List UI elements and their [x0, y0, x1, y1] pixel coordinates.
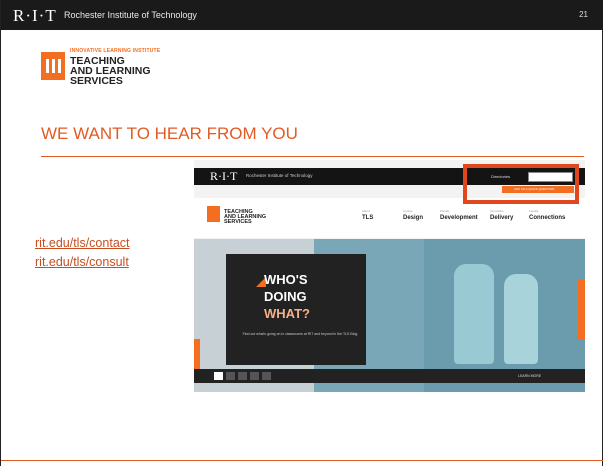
top-bar: R·I·T Rochester Institute of Technology … [1, 0, 603, 30]
hero-heading-line2: DOING [264, 289, 307, 304]
hero-heading-line1: WHO'S [264, 272, 308, 287]
pager-dot [250, 372, 259, 380]
tls-logo-line3: SERVICES [70, 75, 123, 87]
highlight-box [463, 164, 579, 204]
pager-dot [238, 372, 247, 380]
hero-person-photo [504, 274, 538, 364]
website-nav-sub: Course [403, 209, 413, 213]
website-nav-sub: Faculty [440, 209, 450, 213]
title-divider [41, 156, 584, 157]
website-nav-sub: Innovative [490, 209, 504, 213]
website-nav-item-delivery: Delivery [490, 215, 514, 221]
website-nav-sub: About [362, 209, 370, 213]
learn-more-label: LEARN MORE [518, 374, 542, 378]
website-nav-sub: Faculty [529, 209, 539, 213]
institution-name: Rochester Institute of Technology [64, 10, 197, 20]
pager-dot [214, 372, 223, 380]
hero-heading-line3: WHAT? [264, 306, 310, 321]
hero-person-photo [454, 264, 494, 364]
website-nav-item-tls: TLS [362, 215, 374, 221]
hero-caption: Find out what's going on in classrooms a… [242, 332, 358, 336]
contact-link[interactable]: rit.edu/tls/contact [35, 236, 130, 250]
website-tls-line3: SERVICES [224, 219, 252, 225]
website-institution: Rochester Institute of Technology [246, 173, 313, 178]
website-nav-item-connections: Connections [529, 215, 566, 221]
tls-logo-icon [41, 52, 65, 80]
consult-link[interactable]: rit.edu/tls/consult [35, 255, 129, 269]
slide: R·I·T Rochester Institute of Technology … [0, 0, 603, 466]
tls-institute-label: INNOVATIVE LEARNING INSTITUTE [70, 48, 161, 54]
bottom-divider [1, 460, 603, 461]
page-number: 21 [579, 10, 588, 19]
rit-logo: R·I·T [13, 6, 57, 25]
slide-title: WE WANT TO HEAR FROM YOU [41, 124, 298, 143]
website-rit-logo: R·I·T [210, 169, 238, 183]
website-hero: WHO'S DOING WHAT? Find out what's going … [194, 239, 585, 392]
pager-dot [262, 372, 271, 380]
website-screenshot: R·I·T Rochester Institute of Technology … [194, 160, 585, 392]
website-nav-item-development: Development [440, 215, 478, 221]
website-tls-icon [207, 206, 220, 222]
pager-dot [226, 372, 235, 380]
website-nav-item-design: Design [403, 215, 424, 221]
